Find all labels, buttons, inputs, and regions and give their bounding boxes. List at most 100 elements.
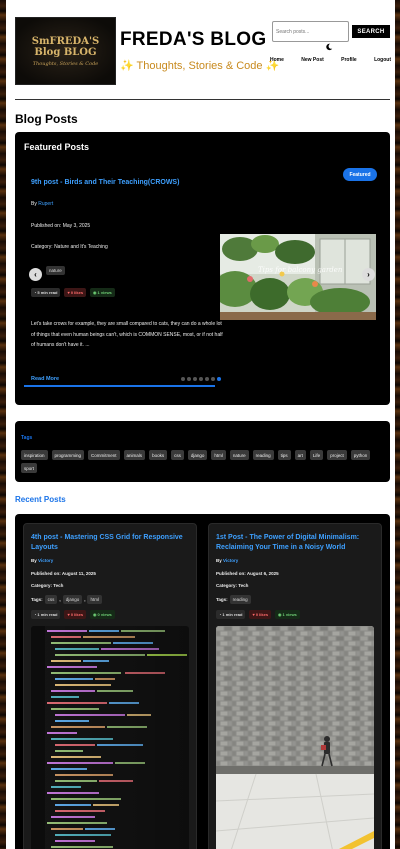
tag-chip[interactable]: django — [187, 450, 208, 460]
featured-image-caption: Tips for balcony garden — [258, 266, 343, 274]
post-image-building[interactable] — [216, 626, 374, 849]
search-button[interactable]: SEARCH — [352, 25, 390, 38]
tag-chip[interactable]: animals — [123, 450, 146, 460]
tags-list: inspiration programming Commitment anima… — [21, 450, 383, 473]
logo-line1: SmFREDA'S — [31, 35, 100, 47]
carousel-dot[interactable] — [199, 377, 203, 381]
tag-separator: , — [84, 597, 86, 602]
views-text: 0 views — [97, 612, 112, 617]
views-badge: ◉ 1 views — [90, 288, 115, 297]
post-tags: Tags: reading — [216, 595, 251, 604]
blog-posts-heading: Blog Posts — [15, 112, 78, 126]
carousel-dots — [181, 377, 221, 381]
tag-chip[interactable]: python — [350, 450, 371, 460]
tags-heading: Tags — [21, 435, 33, 441]
site-title: FREDA'S BLOG — [120, 29, 267, 50]
tag-chip[interactable]: Commitment — [88, 450, 120, 460]
read-time-text: 5 min read — [37, 290, 58, 295]
post-tag[interactable]: reading — [229, 595, 251, 604]
tag-chip[interactable]: css — [171, 450, 184, 460]
post-title[interactable]: 4th post - Mastering CSS Grid for Respon… — [31, 533, 191, 553]
featured-post-category: Category: Nature and It's Teaching — [31, 244, 108, 250]
featured-badge: Featured — [343, 168, 377, 181]
post-tag[interactable]: html — [87, 595, 102, 604]
moon-icon[interactable] — [325, 43, 333, 51]
tag-chip[interactable]: art — [294, 450, 306, 460]
post-stats: ◔ 1 min read ♥ 0 likes ◉ 1 views — [216, 610, 300, 619]
heart-icon: ♥ — [67, 290, 70, 295]
eye-icon: ◉ — [278, 612, 282, 617]
clock-icon: ◔ — [34, 612, 37, 617]
nav-new-post[interactable]: New Post — [301, 57, 324, 63]
nav-logout[interactable]: Logout — [374, 57, 391, 63]
featured-post-image[interactable]: Tips for balcony garden — [220, 234, 376, 320]
likes-text: 0 likes — [255, 612, 269, 617]
tag-chip[interactable]: books — [149, 450, 168, 460]
heart-icon: ♥ — [252, 612, 255, 617]
search-input[interactable] — [272, 21, 349, 42]
tag-chip[interactable]: project — [327, 450, 347, 460]
featured-post-tag[interactable]: nature — [46, 266, 65, 275]
post-image-code[interactable] — [31, 626, 189, 849]
logo-line3: Thoughts, Stories & Code — [32, 60, 99, 67]
tag-chip[interactable]: inspiration — [21, 450, 48, 460]
featured-post-title[interactable]: 9th post - Birds and Their Teaching(CROW… — [31, 179, 179, 186]
post-author[interactable]: Victory — [223, 558, 238, 563]
carousel-dot[interactable] — [211, 377, 215, 381]
read-time-text: 1 min read — [222, 612, 243, 617]
tag-chip[interactable]: Life — [309, 450, 324, 460]
views-text: 1 views — [282, 612, 297, 617]
featured-post-byline: By Rupert — [31, 201, 53, 207]
carousel-dot[interactable] — [187, 377, 191, 381]
post-date: Published on: August 6, 2025 — [216, 571, 279, 576]
clock-icon: ◔ — [34, 290, 37, 295]
byline-label: By — [31, 201, 37, 207]
site-logo[interactable]: SmFREDA'S Blog BLOG Thoughts, Stories & … — [15, 17, 116, 85]
tag-chip[interactable]: reading — [252, 450, 274, 460]
header-divider — [15, 99, 390, 100]
tag-chip[interactable]: sport — [21, 463, 38, 473]
featured-post-excerpt: Let's take crows for example, they are s… — [31, 321, 223, 348]
read-more-link[interactable]: Read More — [31, 376, 59, 382]
tags-panel: Tags inspiration programming Commitment … — [15, 421, 390, 482]
likes-text: 0 likes — [70, 612, 84, 617]
nav-profile[interactable]: Profile — [341, 57, 357, 63]
post-tag[interactable]: django — [62, 595, 83, 604]
carousel-dot[interactable] — [193, 377, 197, 381]
featured-post-author[interactable]: Rupert — [38, 201, 53, 207]
post-title[interactable]: 1st Post - The Power of Digital Minimali… — [216, 533, 376, 553]
post-author[interactable]: Victory — [38, 558, 53, 563]
nav-home[interactable]: Home — [270, 57, 284, 63]
post-category: Category: Tech — [31, 583, 64, 588]
carousel-dot[interactable] — [181, 377, 185, 381]
main-nav: Home New Post Profile Logout — [270, 57, 391, 63]
carousel-next-button[interactable]: › — [362, 268, 375, 281]
clock-icon: ◔ — [219, 612, 222, 617]
heart-icon: ♥ — [67, 612, 70, 617]
site-header: SmFREDA'S Blog BLOG Thoughts, Stories & … — [15, 17, 391, 101]
byline-label: By — [216, 558, 222, 563]
featured-heading: Featured Posts — [24, 142, 90, 152]
post-byline: By Victory — [216, 558, 238, 563]
views-text: 1 views — [97, 290, 112, 295]
recent-posts-heading: Recent Posts — [15, 495, 66, 504]
eye-icon: ◉ — [93, 612, 97, 617]
logo-line2: Blog BLOG — [34, 46, 97, 58]
carousel-dot[interactable] — [205, 377, 209, 381]
read-time-badge: ◔ 5 min read — [31, 288, 61, 297]
likes-badge: ♥ 0 likes — [64, 610, 87, 619]
carousel-prev-button[interactable]: ‹ — [29, 268, 42, 281]
tags-label: Tags: — [216, 597, 228, 602]
carousel-dot-active[interactable] — [217, 377, 221, 381]
tag-chip[interactable]: programming — [51, 450, 85, 460]
post-tag[interactable]: css — [44, 595, 58, 604]
right-edge-decoration — [395, 0, 400, 849]
views-badge: ◉ 1 views — [275, 610, 300, 619]
likes-text: 0 likes — [70, 290, 84, 295]
tag-chip[interactable]: tips — [277, 450, 291, 460]
post-category: Category: Tech — [216, 583, 249, 588]
tag-chip[interactable]: html — [211, 450, 226, 460]
likes-badge: ♥ 0 likes — [249, 610, 272, 619]
tag-chip[interactable]: nature — [229, 450, 249, 460]
post-card: 4th post - Mastering CSS Grid for Respon… — [23, 523, 197, 849]
